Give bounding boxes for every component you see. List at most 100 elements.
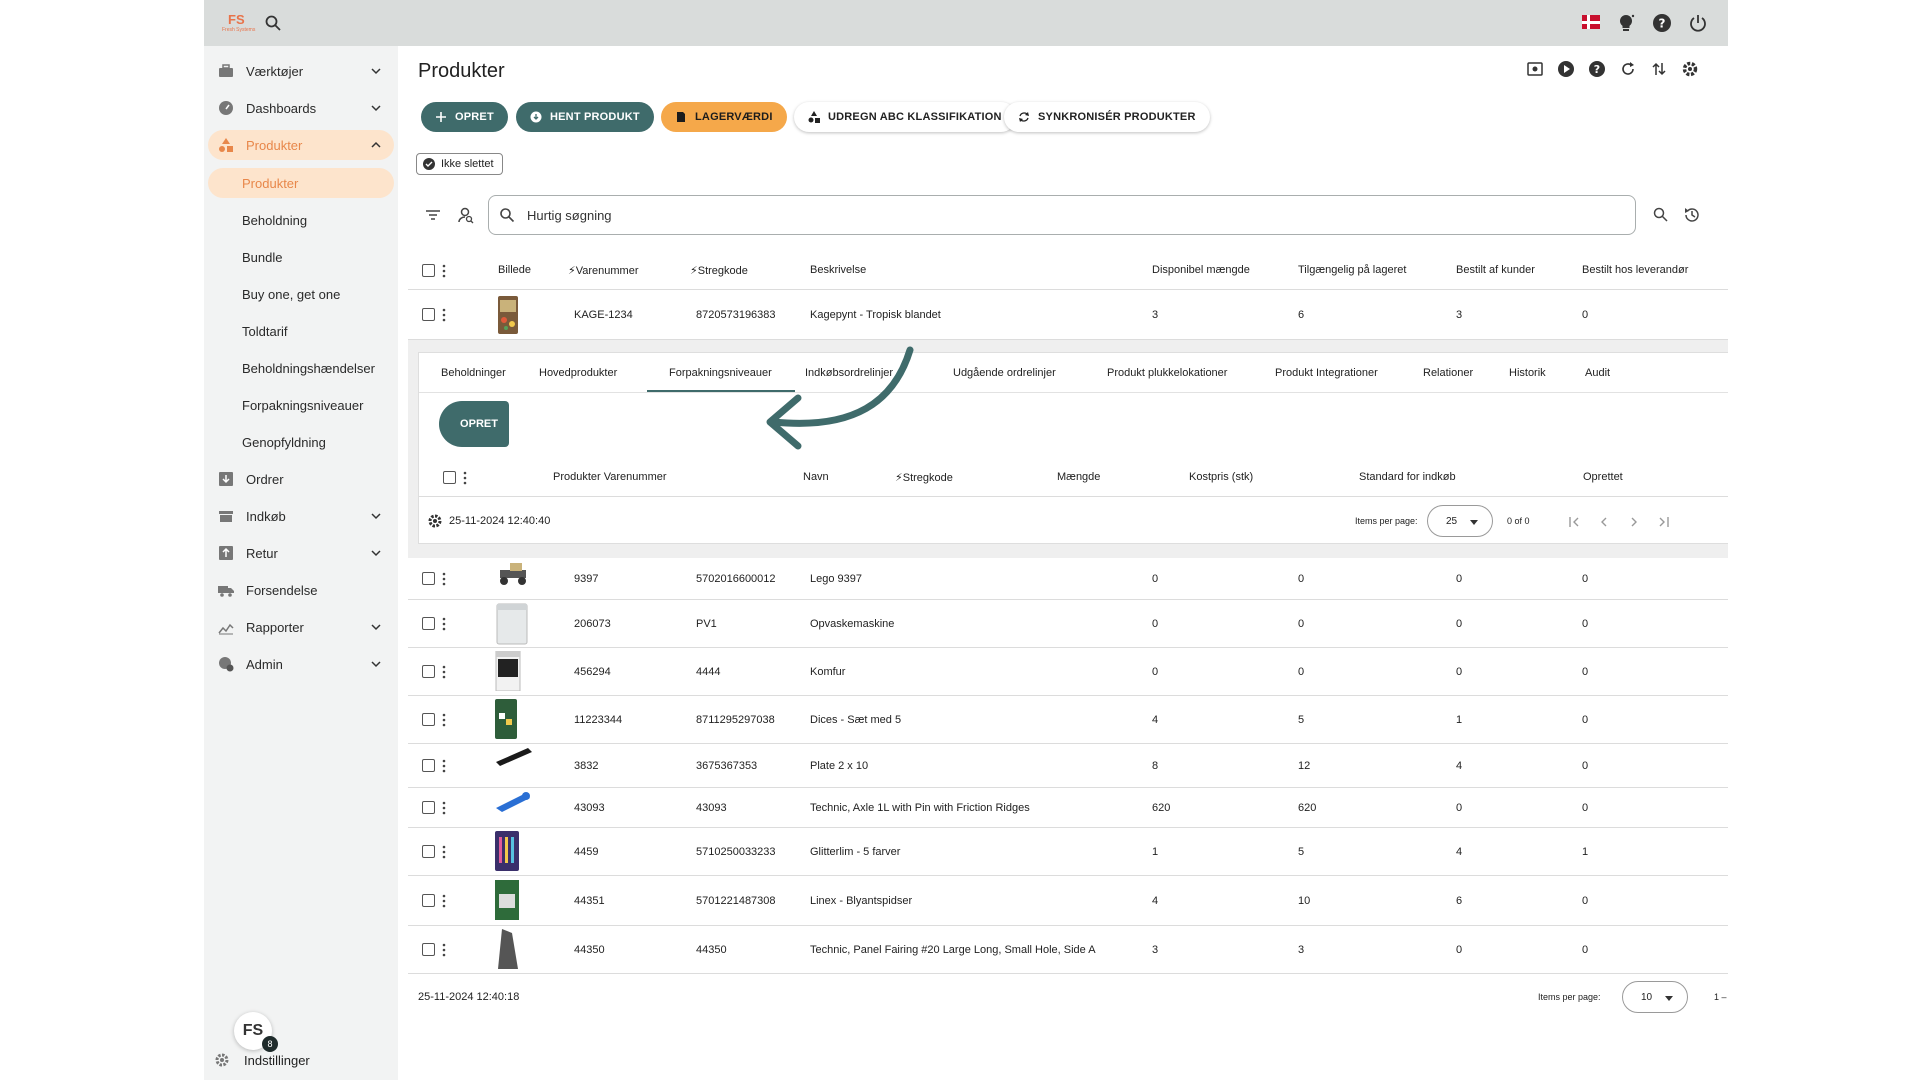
row-checkbox[interactable] bbox=[422, 665, 435, 678]
app-logo[interactable]: FS Fresh Systems bbox=[214, 12, 258, 34]
column-header-beskrivelse[interactable]: Beskrivelse bbox=[810, 264, 866, 276]
tab-produkt-integrationer[interactable]: Produkt Integrationer bbox=[1275, 367, 1378, 379]
tab-historik[interactable]: Historik bbox=[1509, 367, 1546, 379]
tab-produkt-plukkelokationer[interactable]: Produkt plukkelokationer bbox=[1107, 367, 1227, 379]
row-menu-icon[interactable] bbox=[442, 665, 446, 679]
sidebar-subitem-bundle[interactable]: Bundle bbox=[208, 242, 394, 272]
select-all-checkbox[interactable] bbox=[443, 471, 456, 484]
power-icon[interactable] bbox=[1688, 13, 1708, 33]
next-page-icon[interactable] bbox=[1627, 515, 1641, 529]
row-menu-icon[interactable] bbox=[442, 894, 446, 908]
settings-link[interactable]: Indstillinger bbox=[214, 1050, 310, 1070]
select-all-checkbox[interactable] bbox=[422, 264, 435, 277]
column-header-stregkode[interactable]: ⚡︎Stregkode bbox=[690, 264, 748, 277]
column-header-tilgaengelig[interactable]: Tilgængelig på lageret bbox=[1298, 264, 1406, 276]
sidebar-subitem-genopfyldning[interactable]: Genopfyldning bbox=[208, 427, 394, 457]
sidebar-subitem-beholdningshaendelser[interactable]: Beholdningshændelser bbox=[208, 353, 394, 383]
column-header-navn[interactable]: Navn bbox=[803, 471, 829, 483]
person-search-icon[interactable] bbox=[456, 206, 474, 224]
table-row[interactable]: 11223344 8711295297038 Dices - Sæt med 5 4 5… bbox=[408, 696, 1728, 744]
previous-page-icon[interactable] bbox=[1597, 515, 1611, 529]
opret-button[interactable]: OPRET bbox=[421, 102, 508, 132]
column-header-bestilt-leverandor[interactable]: Bestilt hos leverandør bbox=[1582, 264, 1688, 276]
row-menu-icon[interactable] bbox=[442, 713, 446, 727]
row-checkbox[interactable] bbox=[422, 801, 435, 814]
row-menu-icon[interactable] bbox=[442, 845, 446, 859]
row-menu-icon[interactable] bbox=[442, 308, 446, 322]
column-header-stregkode[interactable]: ⚡︎Stregkode bbox=[895, 471, 953, 484]
column-header-oprettet[interactable]: Oprettet bbox=[1583, 471, 1623, 483]
lagervaerdi-button[interactable]: LAGERVÆRDI bbox=[661, 102, 787, 132]
row-checkbox[interactable] bbox=[422, 572, 435, 585]
row-menu-icon[interactable] bbox=[442, 617, 446, 631]
sidebar-subitem-produkter[interactable]: Produkter bbox=[208, 168, 394, 198]
advanced-search-icon[interactable] bbox=[1652, 206, 1670, 224]
sidebar-item-rapporter[interactable]: Rapporter bbox=[208, 612, 394, 642]
column-header-kostpris[interactable]: Kostpris (stk) bbox=[1189, 471, 1253, 483]
danish-flag-icon[interactable] bbox=[1582, 15, 1600, 29]
row-menu-icon[interactable] bbox=[442, 943, 446, 957]
table-row[interactable]: 3832 3675367353 Plate 2 x 10 8 12 4 0 bbox=[408, 744, 1728, 788]
table-row[interactable]: 44351 5701221487308 Linex - Blyantspidser 4… bbox=[408, 876, 1728, 926]
column-header-maengde[interactable]: Mængde bbox=[1057, 471, 1100, 483]
lightbulb-icon[interactable] bbox=[1616, 13, 1636, 33]
tab-audit[interactable]: Audit bbox=[1585, 367, 1610, 379]
search-icon[interactable] bbox=[264, 14, 282, 32]
tab-udgaaende-ordrelinjer[interactable]: Udgående ordrelinjer bbox=[953, 367, 1056, 379]
column-header-bestilt-kunder[interactable]: Bestilt af kunder bbox=[1456, 264, 1535, 276]
table-row[interactable]: 4459 5710250033233 Glitterlim - 5 farver 1 5… bbox=[408, 828, 1728, 876]
tab-hovedprodukter[interactable]: Hovedprodukter bbox=[539, 367, 617, 379]
gear-icon[interactable] bbox=[1681, 60, 1699, 78]
filter-icon[interactable] bbox=[424, 206, 442, 224]
play-icon[interactable] bbox=[1557, 60, 1575, 78]
sidebar-subitem-toldtarif[interactable]: Toldtarif bbox=[208, 316, 394, 346]
column-header-produkter-varenummer[interactable]: Produkter Varenummer bbox=[553, 471, 667, 483]
sidebar-subitem-forpakningsniveauer[interactable]: Forpakningsniveauer bbox=[208, 390, 394, 420]
table-row[interactable]: 206073 PV1 Opvaskemaskine 0 0 0 0 bbox=[408, 600, 1728, 648]
tab-beholdninger[interactable]: Beholdninger bbox=[441, 367, 506, 379]
sidebar-item-dashboards[interactable]: Dashboards bbox=[208, 93, 394, 123]
table-row[interactable]: 43093 43093 Technic, Axle 1L with Pin with… bbox=[408, 788, 1728, 828]
sidebar-item-vaerktojer[interactable]: Værktøjer bbox=[208, 56, 394, 86]
row-checkbox[interactable] bbox=[422, 713, 435, 726]
column-header-billede[interactable]: Billede bbox=[498, 264, 531, 276]
row-menu-icon[interactable] bbox=[442, 801, 446, 815]
row-checkbox[interactable] bbox=[422, 308, 435, 321]
history-icon[interactable] bbox=[1683, 206, 1701, 224]
table-row[interactable]: 9397 5702016600012 Lego 9397 0 0 0 0 bbox=[408, 558, 1728, 600]
row-checkbox[interactable] bbox=[422, 617, 435, 630]
table-row[interactable]: KAGE-1234 8720573196383 Kagepynt - Tropi… bbox=[408, 290, 1728, 340]
sort-arrows-icon[interactable] bbox=[1650, 60, 1668, 78]
first-page-icon[interactable] bbox=[1567, 515, 1581, 529]
column-header-standard-indkob[interactable]: Standard for indkøb bbox=[1359, 471, 1456, 483]
column-header-disponibel[interactable]: Disponibel mængde bbox=[1152, 264, 1250, 276]
refresh-icon[interactable] bbox=[1619, 60, 1637, 78]
column-menu-icon[interactable] bbox=[442, 264, 446, 278]
hent-produkt-button[interactable]: HENT PRODUKT bbox=[516, 102, 654, 132]
udregn-abc-button[interactable]: UDREGN ABC KLASSIFIKATION bbox=[794, 102, 1016, 132]
help-icon[interactable]: ? bbox=[1588, 60, 1606, 78]
row-menu-icon[interactable] bbox=[442, 759, 446, 773]
filter-chip-ikke-slettet[interactable]: Ikke slettet bbox=[416, 153, 503, 175]
row-checkbox[interactable] bbox=[422, 845, 435, 858]
sidebar-item-produkter[interactable]: Produkter bbox=[208, 130, 394, 160]
gear-icon[interactable] bbox=[427, 513, 443, 529]
screenshot-icon[interactable] bbox=[1526, 60, 1544, 78]
column-menu-icon[interactable] bbox=[463, 471, 467, 485]
sidebar-item-forsendelse[interactable]: Forsendelse bbox=[208, 575, 394, 605]
sidebar-item-indkob[interactable]: Indkøb bbox=[208, 501, 394, 531]
tab-relationer[interactable]: Relationer bbox=[1423, 367, 1473, 379]
sidebar-subitem-beholdning[interactable]: Beholdning bbox=[208, 205, 394, 235]
detail-opret-button[interactable]: OPRET bbox=[439, 401, 509, 447]
sidebar-subitem-bogo[interactable]: Buy one, get one bbox=[208, 279, 394, 309]
quick-search-field[interactable] bbox=[488, 195, 1636, 235]
table-row[interactable]: 456294 4444 Komfur 0 0 0 0 bbox=[408, 648, 1728, 696]
last-page-icon[interactable] bbox=[1657, 515, 1671, 529]
sidebar-item-retur[interactable]: Retur bbox=[208, 538, 394, 568]
row-checkbox[interactable] bbox=[422, 894, 435, 907]
row-menu-icon[interactable] bbox=[442, 572, 446, 586]
table-row[interactable]: 44350 44350 Technic, Panel Fairing #20 Lar… bbox=[408, 926, 1728, 974]
synkroniser-produkter-button[interactable]: SYNKRONISÉR PRODUKTER bbox=[1004, 102, 1210, 132]
row-checkbox[interactable] bbox=[422, 759, 435, 772]
sidebar-item-admin[interactable]: Admin bbox=[208, 649, 394, 679]
